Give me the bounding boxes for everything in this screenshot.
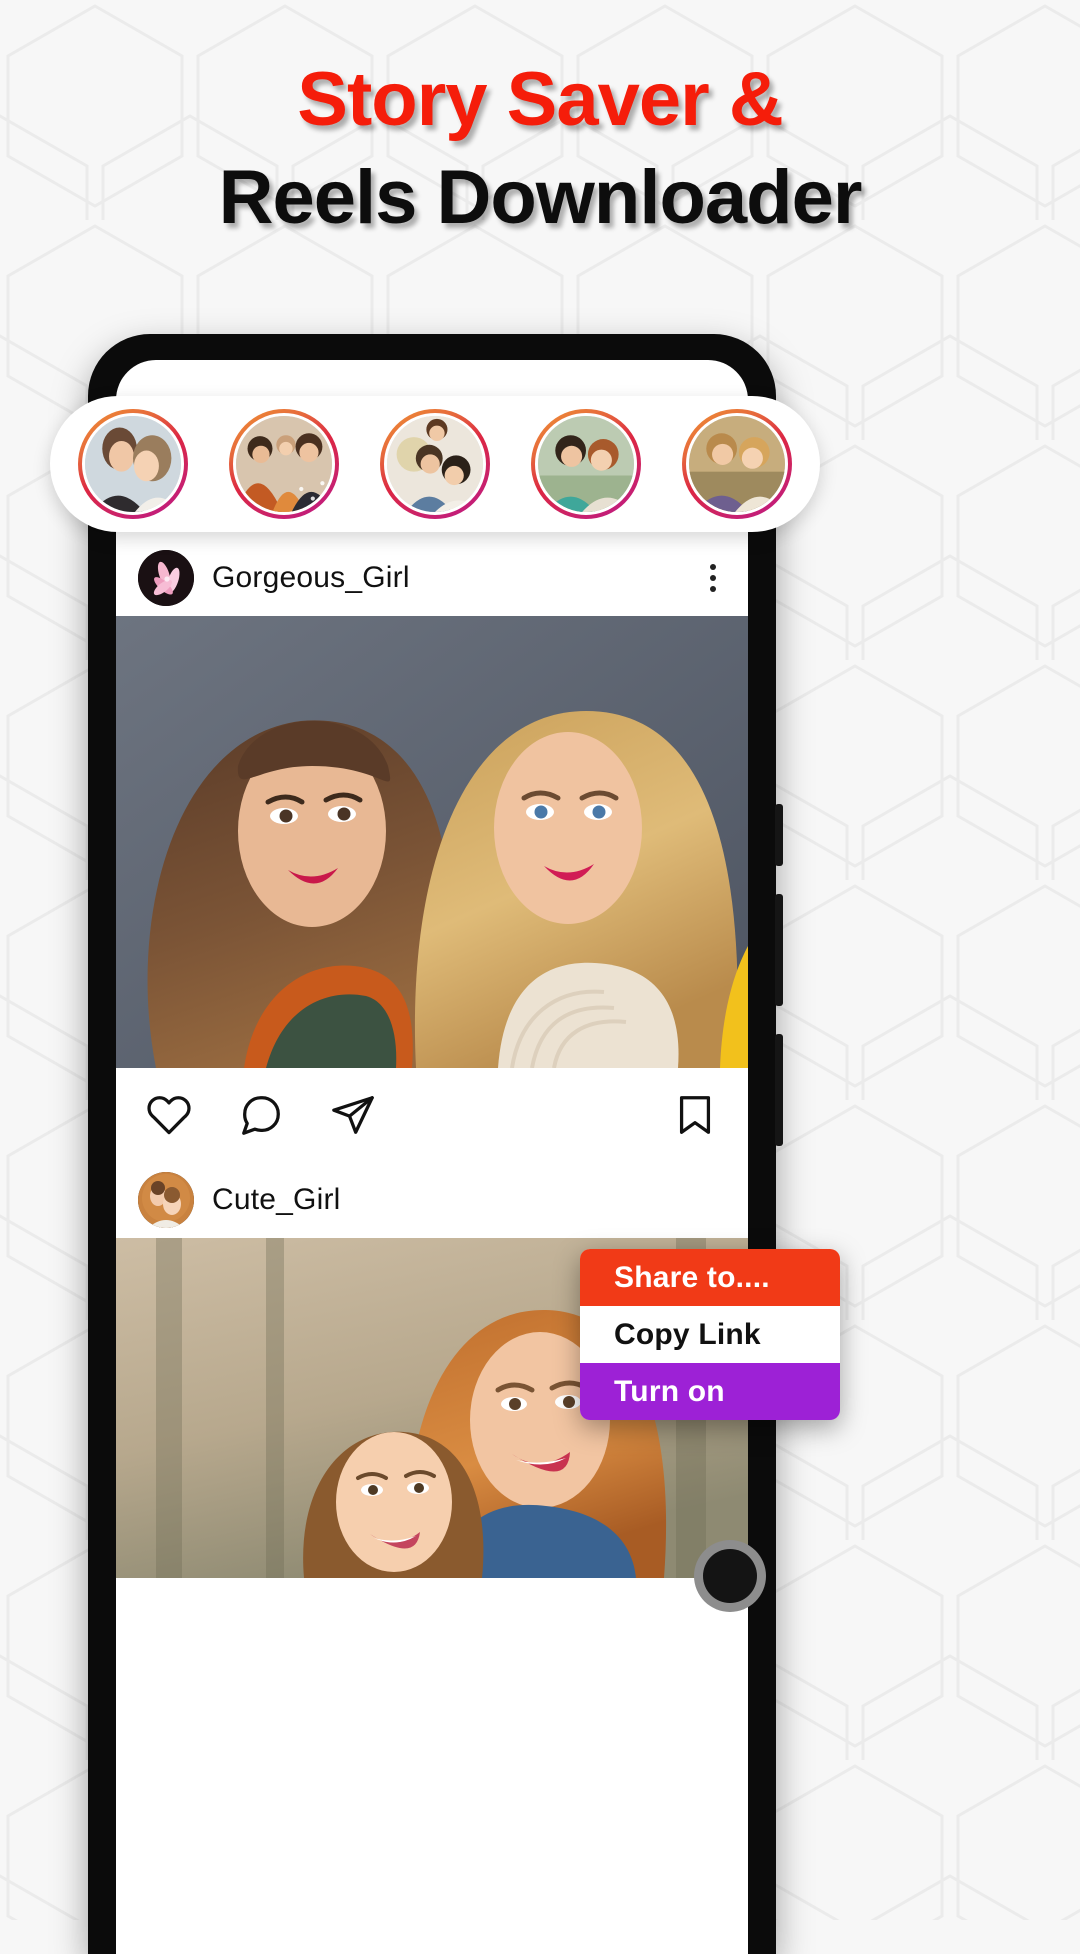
phone-screen: Gorgeous_Girl Cute_Girl [116, 360, 748, 1954]
phone-button-volume-down [775, 1034, 783, 1146]
post-username[interactable]: Cute_Girl [212, 1183, 341, 1217]
kebab-menu-icon[interactable] [700, 558, 726, 598]
headline-line-1: Story Saver & [297, 57, 783, 142]
post-header: Cute_Girl [116, 1162, 748, 1238]
story-avatar [686, 413, 788, 515]
avatar[interactable] [138, 550, 194, 606]
phone-button-power [775, 804, 783, 866]
post-action-bar [116, 1068, 748, 1162]
story-item[interactable] [682, 409, 792, 519]
send-paper-plane-icon[interactable] [330, 1092, 376, 1138]
menu-item-turn-on[interactable]: Turn on [580, 1363, 840, 1420]
phone-button-volume-up [775, 894, 783, 1006]
post-header: Gorgeous_Girl [116, 540, 748, 616]
bookmark-icon[interactable] [672, 1092, 718, 1138]
menu-item-copy-link[interactable]: Copy Link [580, 1306, 840, 1363]
page-title: Story Saver & Reels Downloader [0, 62, 1080, 236]
post-image [116, 616, 748, 1068]
story-item[interactable] [78, 409, 188, 519]
story-avatar [82, 413, 184, 515]
headline-line-2: Reels Downloader [218, 155, 863, 240]
post-username[interactable]: Gorgeous_Girl [212, 561, 410, 595]
phone-camera-lens [694, 1540, 766, 1612]
instagram-feed: Gorgeous_Girl Cute_Girl [116, 540, 748, 1954]
story-avatar [535, 413, 637, 515]
heart-icon[interactable] [146, 1092, 192, 1138]
share-popup-menu: Share to.... Copy Link Turn on [580, 1249, 840, 1420]
comment-bubble-icon[interactable] [238, 1092, 284, 1138]
story-avatar [384, 413, 486, 515]
story-item[interactable] [531, 409, 641, 519]
story-item[interactable] [380, 409, 490, 519]
story-avatar [233, 413, 335, 515]
stories-bar [50, 396, 820, 532]
menu-item-share-to[interactable]: Share to.... [580, 1249, 840, 1306]
story-item[interactable] [229, 409, 339, 519]
avatar[interactable] [138, 1172, 194, 1228]
phone-mockup: Gorgeous_Girl Cute_Girl [88, 334, 783, 1954]
